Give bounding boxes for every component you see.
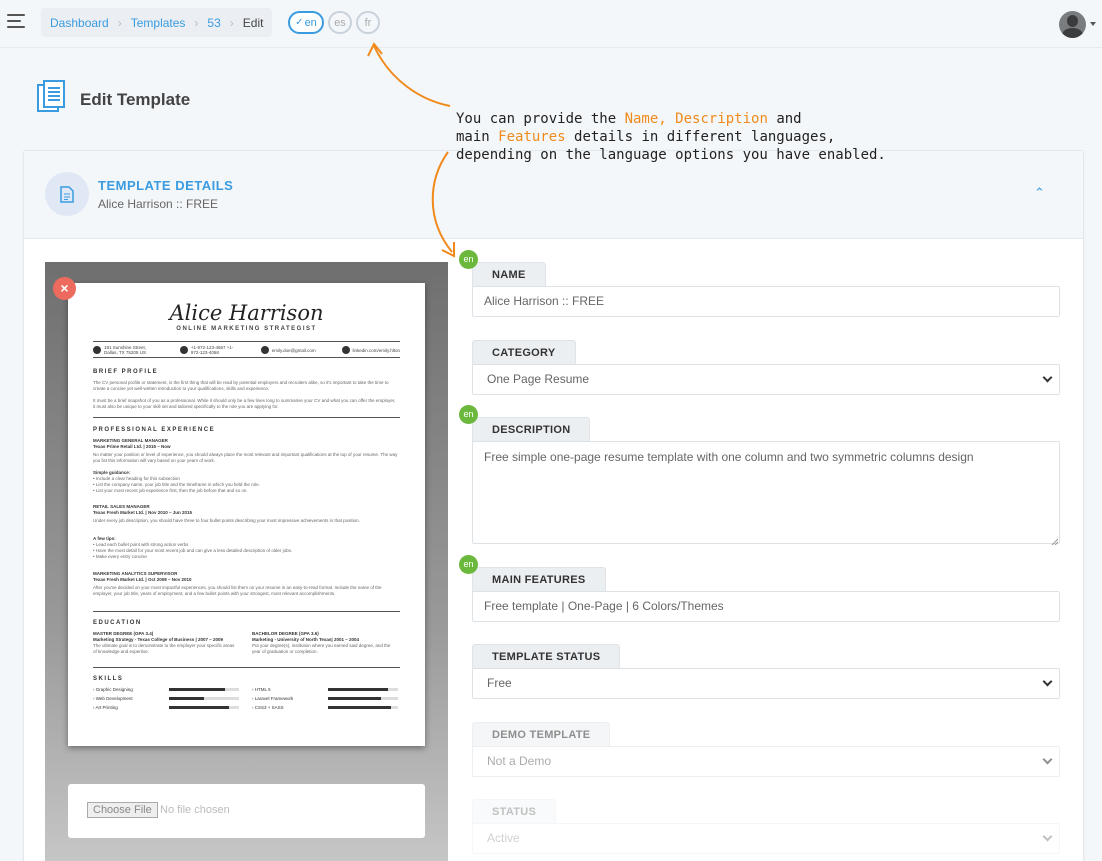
- category-select[interactable]: One Page Resume: [472, 364, 1060, 395]
- choose-file-button[interactable]: Choose File: [87, 802, 158, 818]
- lang-pill-es[interactable]: es: [328, 11, 352, 34]
- card-subtitle: Alice Harrison :: FREE: [98, 197, 219, 211]
- divider: [93, 611, 400, 612]
- check-icon: ✓: [295, 17, 304, 28]
- demo-template-select[interactable]: Not a Demo: [472, 746, 1060, 777]
- file-upload-box: Choose File No file chosen: [68, 784, 425, 838]
- resume-job-company: Texas Fresh Market Ltd. | Nov 2010 – Jun…: [93, 510, 192, 515]
- resume-skill: › Art Printing: [93, 705, 239, 710]
- status-label: STATUS: [472, 799, 557, 824]
- name-input[interactable]: Alice Harrison :: FREE: [472, 286, 1060, 317]
- resume-skill: › Laravel Framework: [252, 696, 398, 701]
- breadcrumb-template-id[interactable]: 53: [207, 16, 220, 30]
- template-status-select[interactable]: Free: [472, 668, 1060, 699]
- chevron-down-icon: [1042, 831, 1053, 842]
- template-preview-panel: Alice Harrison ONLINE MARKETING STRATEGI…: [45, 262, 448, 861]
- phone-icon: [179, 346, 188, 354]
- resume-role: ONLINE MARKETING STRATEGIST: [176, 326, 317, 332]
- hamburger-icon[interactable]: [7, 14, 25, 28]
- file-status: No file chosen: [160, 804, 230, 816]
- linkedin-icon: [341, 346, 350, 354]
- document-icon: [45, 172, 89, 216]
- resume-heading: EDUCATION: [93, 620, 142, 626]
- divider: [93, 357, 400, 358]
- resume-heading: PROFESSIONAL EXPERIENCE: [93, 427, 216, 433]
- resume-skill: › HTML 5: [252, 687, 398, 692]
- breadcrumb-separator-icon: ›: [194, 15, 199, 30]
- status-select[interactable]: Active: [472, 823, 1060, 854]
- resume-heading: BRIEF PROFILE: [93, 369, 159, 375]
- resume-preview-image: Alice Harrison ONLINE MARKETING STRATEGI…: [68, 283, 425, 746]
- breadcrumb-dashboard[interactable]: Dashboard: [50, 16, 109, 30]
- name-label: NAME: [472, 262, 546, 287]
- language-switcher: ✓ en es fr: [288, 11, 380, 34]
- demo-template-label: DEMO TEMPLATE: [472, 722, 611, 747]
- lang-pill-fr[interactable]: fr: [356, 11, 380, 34]
- main-features-input[interactable]: Free template | One-Page | 6 Colors/Them…: [472, 591, 1060, 622]
- remove-image-button[interactable]: ×: [53, 277, 76, 300]
- lang-pill-en[interactable]: ✓ en: [288, 11, 324, 34]
- resume-text: It must be a brief snapshot of you as a …: [93, 398, 396, 409]
- lang-badge: en: [459, 250, 478, 269]
- breadcrumb-separator-icon: ›: [229, 15, 234, 30]
- page-title: Edit Template: [80, 90, 191, 109]
- divider: [93, 417, 400, 418]
- top-bar: Dashboard › Templates › 53 › Edit ✓ en es…: [0, 0, 1102, 48]
- resume-subhead: A few tips:: [93, 536, 116, 541]
- lang-badge: en: [459, 555, 478, 574]
- resume-job-title: MARKETING ANALYTICS SUPERVISOR: [93, 571, 178, 576]
- resume-skill: › CSS3 + SASS: [252, 705, 398, 710]
- category-label: CATEGORY: [472, 340, 576, 365]
- user-avatar-icon[interactable]: [1059, 11, 1086, 38]
- lang-badge: en: [459, 405, 478, 424]
- resume-job-company: Texas Prime Retail Ltd. | 2015 – Now: [93, 444, 171, 449]
- resume-skill: › Web Development: [93, 696, 239, 701]
- chevron-down-icon[interactable]: [1090, 22, 1096, 26]
- main-features-label: MAIN FEATURES: [472, 567, 606, 592]
- resume-text: After you've decided on your most impact…: [93, 585, 382, 596]
- resume-subhead: Simple guidance:: [93, 470, 131, 475]
- card-header[interactable]: TEMPLATE DETAILS Alice Harrison :: FREE …: [24, 151, 1083, 239]
- resume-text: Under every job description, you should …: [93, 518, 360, 523]
- resume-name: Alice Harrison: [169, 301, 324, 325]
- email-icon: [260, 346, 269, 354]
- resume-bullets: • Include a clear heading for this subse…: [93, 476, 260, 493]
- resume-text: The CV personal profile or statement, is…: [93, 380, 389, 391]
- breadcrumb: Dashboard › Templates › 53 › Edit: [41, 8, 273, 37]
- resume-education-1: MASTER DEGREE (GPA 3.4) Marketing Strate…: [93, 631, 235, 654]
- resize-grip-icon[interactable]: [1051, 538, 1058, 545]
- divider: [93, 341, 400, 342]
- resume-contact: 181 Sunshine Street, Dallas, TX 75205 US…: [93, 345, 400, 355]
- breadcrumb-templates[interactable]: Templates: [131, 16, 186, 30]
- resume-bullets: • Lead each bullet point with strong act…: [93, 542, 293, 559]
- chevron-down-icon: [1042, 676, 1053, 687]
- resume-job-title: RETAIL SALES MANAGER: [93, 504, 150, 509]
- language-annotation: You can provide the Name, Description an…: [456, 111, 886, 163]
- breadcrumb-separator-icon: ›: [117, 15, 122, 30]
- chevron-up-icon[interactable]: ⌃: [1034, 185, 1045, 201]
- chevron-down-icon: [1042, 754, 1053, 765]
- template-details-card: TEMPLATE DETAILS Alice Harrison :: FREE …: [23, 150, 1084, 861]
- divider: [93, 667, 400, 668]
- location-icon: [93, 346, 101, 354]
- card-title: TEMPLATE DETAILS: [98, 178, 234, 193]
- description-textarea[interactable]: Free simple one-page resume template wit…: [472, 441, 1060, 544]
- resume-education-2: BACHELOR DEGREE (GPA 3.6) Marketing - Un…: [252, 631, 391, 654]
- resume-heading: SKILLS: [93, 676, 124, 682]
- documents-icon: [37, 80, 65, 112]
- chevron-down-icon: [1042, 372, 1053, 383]
- resume-job-company: Texas Fresh Market Ltd. | Oct 2008 – Nov…: [93, 577, 192, 582]
- resume-text: No matter your position or level of expe…: [93, 452, 398, 463]
- breadcrumb-current: Edit: [242, 15, 264, 30]
- description-label: DESCRIPTION: [472, 417, 591, 442]
- resume-skill: › Graphic Designing: [93, 687, 239, 692]
- resume-job-title: MARKETING GENERAL MANAGER: [93, 438, 168, 443]
- template-status-label: TEMPLATE STATUS: [472, 644, 621, 669]
